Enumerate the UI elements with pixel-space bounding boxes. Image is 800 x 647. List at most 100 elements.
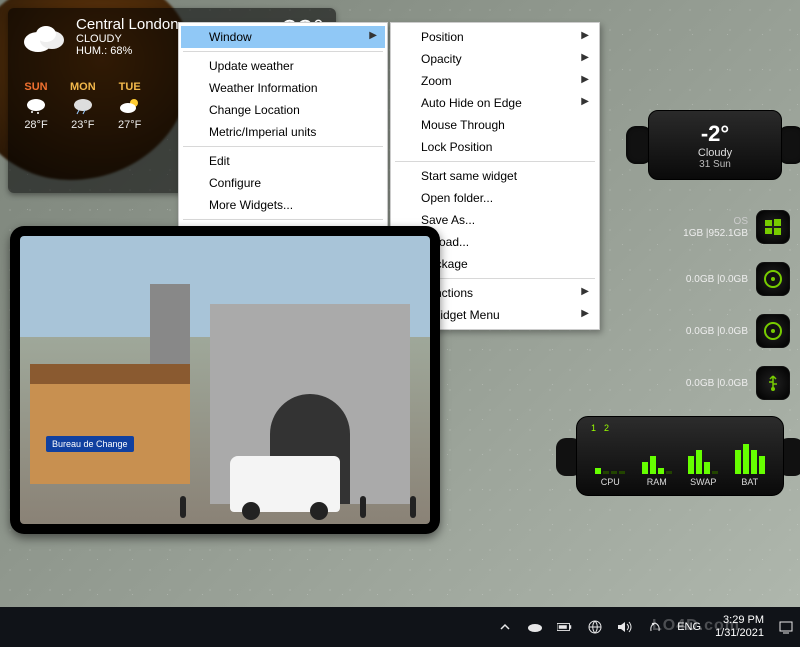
menu-item[interactable]: Change Location	[181, 99, 385, 121]
weather-condition: CLOUDY	[76, 33, 179, 45]
weather-location: Central London	[76, 16, 179, 33]
menu-item-label: Opacity	[421, 52, 462, 66]
temperature-gadget[interactable]: -2° Cloudy 31 Sun	[640, 110, 790, 180]
menu-item[interactable]: More Widgets...	[181, 194, 385, 216]
sysmon-tabs[interactable]: 1 2	[591, 423, 609, 433]
cloud-rain-icon	[71, 97, 95, 115]
menu-item[interactable]: Update weather	[181, 55, 385, 77]
bar-segment	[751, 450, 757, 474]
photo-bollard	[180, 496, 186, 518]
menu-item-label: Window	[209, 30, 252, 44]
forecast-day: TUE 27°F	[118, 81, 142, 131]
bar-segment	[650, 456, 656, 474]
windows-icon	[756, 210, 790, 244]
bar-segment	[704, 462, 710, 474]
menu-item[interactable]: Position ▶	[393, 26, 597, 48]
drive-row[interactable]: 0.0GB |0.0GB	[610, 314, 790, 348]
language-indicator[interactable]: ENG	[677, 621, 701, 633]
menu-separator	[183, 146, 383, 147]
forecast-day: SUN 28°F	[24, 81, 48, 131]
photo-van	[230, 456, 340, 512]
chevron-right-icon: ▶	[581, 52, 589, 63]
taskbar-time: 3:29 PM	[715, 614, 764, 627]
bar-segment	[603, 471, 609, 474]
menu-item-label: Mouse Through	[421, 118, 505, 132]
photo-sign: Bureau de Change	[46, 436, 134, 452]
bar-segment	[619, 471, 625, 474]
photo-bollard	[410, 496, 416, 518]
menu-item[interactable]: Weather Information	[181, 77, 385, 99]
chevron-right-icon: ▶	[581, 308, 589, 319]
menu-item-label: Weather Information	[209, 81, 318, 95]
drive-size: 0.0GB |0.0GB	[686, 274, 748, 285]
meter-swap: SWAP	[688, 444, 718, 487]
meter-bat: BAT	[735, 444, 765, 487]
bar-segment	[611, 471, 617, 474]
drive-size: 0.0GB |0.0GB	[686, 378, 748, 389]
menu-item[interactable]: Lock Position	[393, 136, 597, 158]
taskbar[interactable]: ENG 3:29 PM 1/31/2021	[0, 607, 800, 647]
bar-segment	[743, 444, 749, 474]
onedrive-icon[interactable]	[527, 619, 543, 635]
battery-icon[interactable]	[557, 619, 573, 635]
menu-item-label: Lock Position	[421, 140, 492, 154]
volume-icon[interactable]	[617, 619, 633, 635]
menu-item-label: Change Location	[209, 103, 300, 117]
drive-row[interactable]: OS1GB |952.1GB	[610, 210, 790, 244]
menu-item[interactable]: Open folder...	[393, 187, 597, 209]
menu-item[interactable]: Auto Hide on Edge ▶	[393, 92, 597, 114]
menu-item[interactable]: Zoom▶	[393, 70, 597, 92]
meter-label: SWAP	[688, 477, 718, 487]
bar-segment	[658, 468, 664, 474]
cloud-icon	[20, 20, 68, 56]
menu-item-label: Auto Hide on Edge	[421, 96, 522, 110]
network-icon[interactable]	[587, 619, 603, 635]
tray-chevron-up-icon[interactable]	[497, 619, 513, 635]
forecast-day-label: SUN	[24, 81, 48, 93]
forecast-day: MON 23°F	[70, 81, 96, 131]
cloud-sun-icon	[118, 97, 142, 115]
menu-item[interactable]: Edit	[181, 150, 385, 172]
temp-condition: Cloudy	[698, 147, 732, 159]
meter-label: RAM	[642, 477, 672, 487]
chevron-right-icon: ▶	[581, 30, 589, 41]
menu-item[interactable]: Configure	[181, 172, 385, 194]
menu-item-label: Save As...	[421, 213, 475, 227]
taskbar-clock[interactable]: 3:29 PM 1/31/2021	[715, 614, 764, 640]
menu-separator	[183, 219, 383, 220]
photo-frame-widget[interactable]: Bureau de Change	[10, 226, 440, 534]
drive-name: OS	[683, 216, 748, 227]
forecast-day-label: TUE	[118, 81, 142, 93]
menu-item-label: Position	[421, 30, 464, 44]
bar-segment	[696, 450, 702, 474]
drives-widget[interactable]: OS1GB |952.1GB 0.0GB |0.0GB 0.0GB |0.0GB 0.…	[610, 210, 790, 418]
photo-bollard	[360, 496, 366, 518]
chevron-right-icon: ▶	[581, 286, 589, 297]
menu-item[interactable]: Opacity ▶	[393, 48, 597, 70]
menu-separator	[183, 51, 383, 52]
drive-size: 1GB |952.1GB	[683, 228, 748, 239]
menu-item-label: Update weather	[209, 59, 294, 73]
sysmon-tab-1[interactable]: 1	[591, 423, 596, 433]
drive-row[interactable]: 0.0GB |0.0GB	[610, 262, 790, 296]
taskbar-date: 1/31/2021	[715, 627, 764, 640]
bar-segment	[642, 462, 648, 474]
temp-value: -2°	[701, 121, 729, 147]
input-icon[interactable]	[647, 619, 663, 635]
chevron-right-icon: ▶	[369, 30, 377, 41]
notifications-icon[interactable]	[778, 619, 794, 635]
system-monitor-widget[interactable]: 1 2 CPU RAM SWAP BAT	[570, 416, 790, 496]
menu-item[interactable]: Mouse Through	[393, 114, 597, 136]
meter-label: CPU	[595, 477, 625, 487]
disc-icon	[756, 262, 790, 296]
drive-row[interactable]: 0.0GB |0.0GB	[610, 366, 790, 400]
cloud-snow-icon	[24, 97, 48, 115]
forecast-temp: 27°F	[118, 119, 142, 131]
menu-item[interactable]: Start same widget	[393, 165, 597, 187]
sysmon-tab-2[interactable]: 2	[604, 423, 609, 433]
temp-date: 31 Sun	[699, 159, 731, 170]
chevron-right-icon: ▶	[581, 96, 589, 107]
menu-item[interactable]: Window ▶	[181, 26, 385, 48]
menu-item[interactable]: Metric/Imperial units	[181, 121, 385, 143]
photo-building	[30, 364, 190, 484]
